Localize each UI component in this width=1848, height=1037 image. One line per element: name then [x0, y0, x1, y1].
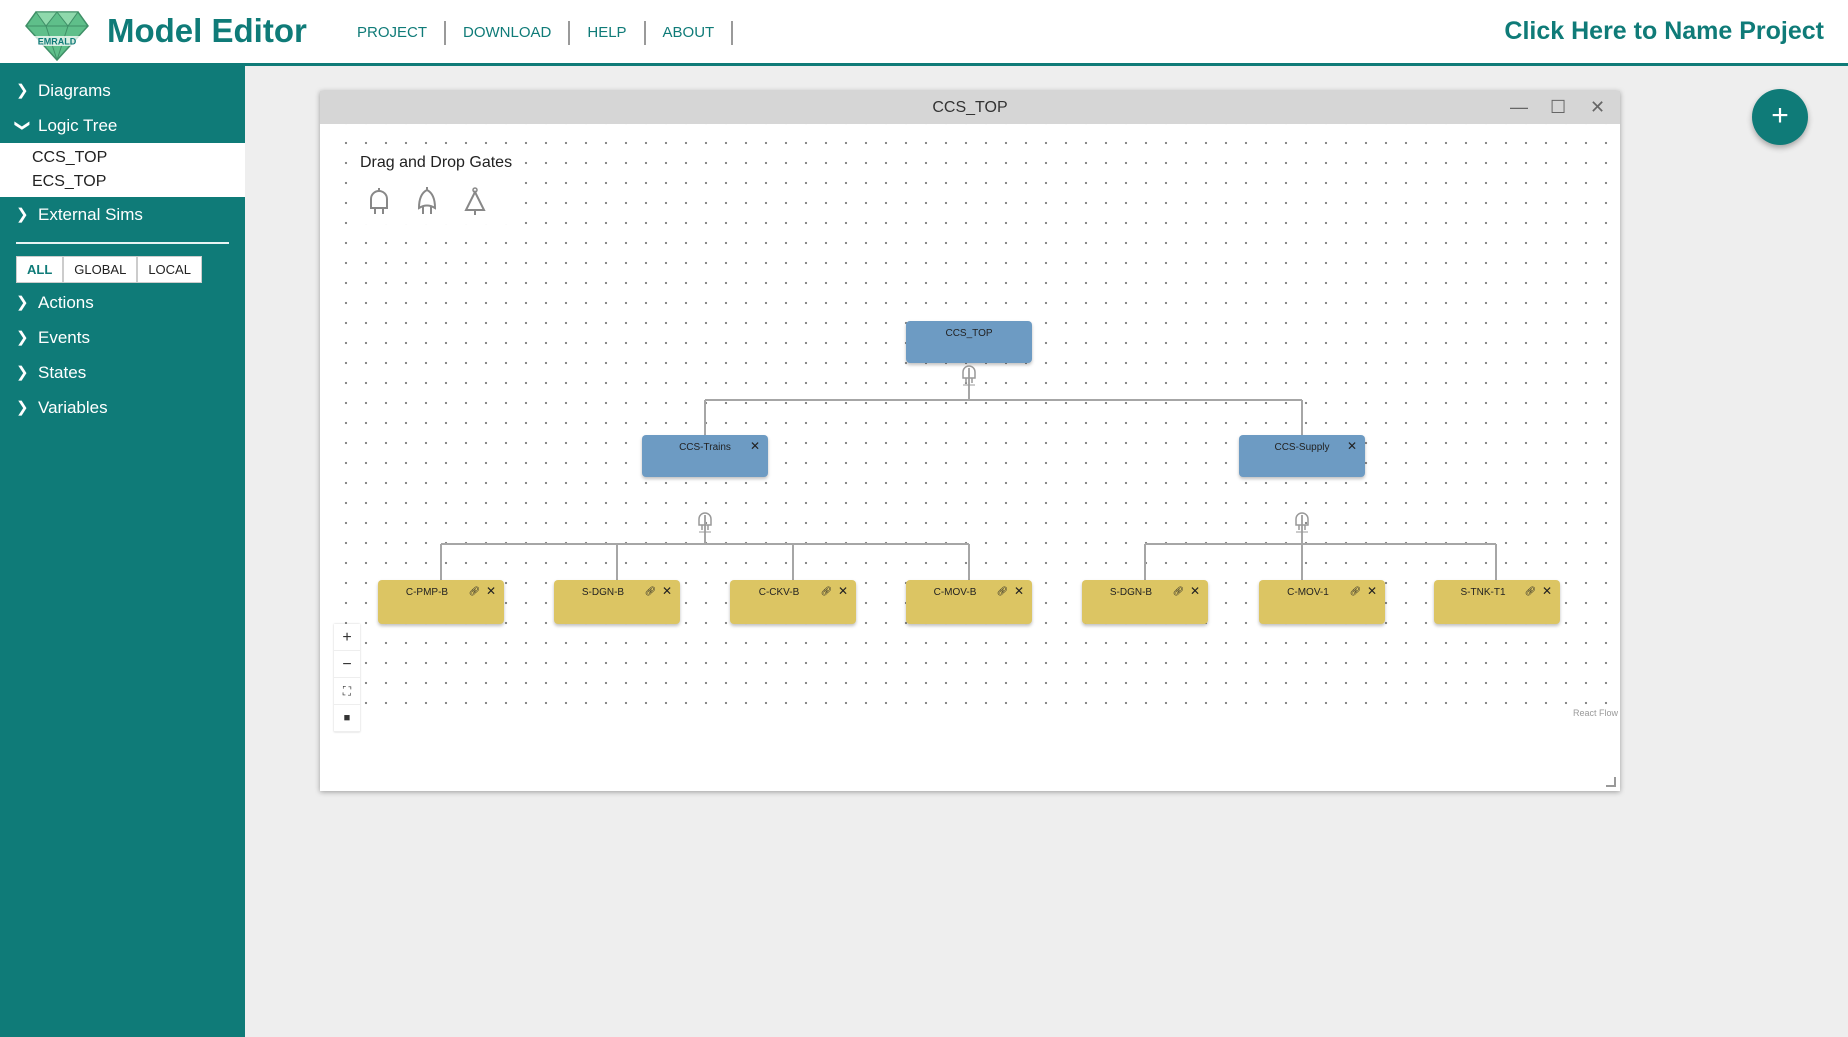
remove-node-icon[interactable]: ✕	[662, 585, 672, 597]
nav-download[interactable]: DOWNLOAD	[446, 21, 571, 45]
sidebar-item-label: Variables	[38, 398, 108, 417]
remove-node-icon[interactable]: ✕	[1190, 585, 1200, 597]
logic-tree-item[interactable]: ECS_TOP	[0, 170, 245, 194]
sidebar: ❯ Diagrams ❯ Logic Tree CCS_TOP ECS_TOP …	[0, 66, 245, 1037]
tree-node-event[interactable]: C-MOV-1 🔗︎ ✕	[1259, 580, 1385, 624]
zoom-in-icon[interactable]: +	[334, 624, 360, 651]
tree-node-event[interactable]: S-TNK-T1 🔗︎ ✕	[1434, 580, 1560, 624]
sidebar-item-external-sims[interactable]: ❯ External Sims	[0, 197, 245, 232]
flow-controls: + − ⛶ ■	[334, 624, 360, 732]
tree-node-event[interactable]: S-DGN-B 🔗︎ ✕	[1082, 580, 1208, 624]
remove-node-icon[interactable]: ✕	[1542, 585, 1552, 597]
link-icon[interactable]: 🔗︎	[997, 586, 1008, 597]
lock-icon[interactable]: ■	[334, 705, 360, 732]
add-button[interactable]: +	[1752, 89, 1808, 145]
fit-view-icon[interactable]: ⛶	[334, 678, 360, 705]
link-icon[interactable]: 🔗︎	[469, 586, 480, 597]
sidebar-item-label: States	[38, 363, 87, 382]
sidebar-item-logic-tree[interactable]: ❯ Logic Tree	[0, 108, 245, 143]
tree-node-gate[interactable]: CCS-Trains ✕	[642, 435, 768, 477]
tree-edges	[440, 368, 1497, 580]
nav-project[interactable]: PROJECT	[340, 21, 447, 45]
top-nav: PROJECT DOWNLOAD HELP ABOUT	[340, 20, 734, 46]
remove-node-icon[interactable]: ✕	[1014, 585, 1024, 597]
app-header: EMRALD Model Editor PROJECT DOWNLOAD HEL…	[0, 0, 1848, 66]
or-gate-icon[interactable]	[412, 186, 442, 216]
and-gate-icon	[1295, 512, 1309, 533]
link-icon[interactable]: 🔗︎	[1173, 586, 1184, 597]
sidebar-item-label: Diagrams	[38, 81, 111, 100]
sidebar-item-label: Actions	[38, 293, 94, 312]
nav-help[interactable]: HELP	[570, 21, 646, 45]
tree-node-event[interactable]: S-DGN-B 🔗︎ ✕	[554, 580, 680, 624]
chevron-right-icon: ❯	[16, 82, 29, 99]
link-icon[interactable]: 🔗︎	[821, 586, 832, 597]
remove-node-icon[interactable]: ✕	[486, 585, 496, 597]
palette-title: Drag and Drop Gates	[360, 154, 513, 171]
remove-node-icon[interactable]: ✕	[838, 585, 848, 597]
window-titlebar[interactable]: CCS_TOP — ☐ ✕	[320, 91, 1620, 124]
sidebar-item-diagrams[interactable]: ❯ Diagrams	[0, 73, 245, 108]
sidebar-item-label: External Sims	[38, 205, 143, 224]
zoom-out-icon[interactable]: −	[334, 651, 360, 678]
logic-tree-window: CCS_TOP — ☐ ✕ Drag and Drop Gates CCS_TO…	[320, 91, 1620, 791]
remove-node-icon[interactable]: ✕	[1347, 440, 1357, 452]
maximize-icon[interactable]: ☐	[1550, 97, 1566, 117]
not-gate-icon[interactable]	[460, 186, 490, 216]
remove-node-icon[interactable]: ✕	[1367, 585, 1377, 597]
tree-node-event[interactable]: C-CKV-B 🔗︎ ✕	[730, 580, 856, 624]
chevron-right-icon: ❯	[16, 364, 29, 381]
sidebar-item-states[interactable]: ❯ States	[0, 355, 245, 390]
logo-text: EMRALD	[38, 37, 77, 47]
close-icon[interactable]: ✕	[1590, 97, 1605, 117]
app-title: Model Editor	[107, 12, 307, 49]
chevron-down-icon: ❯	[13, 119, 31, 132]
node-label: CCS_TOP	[945, 328, 993, 339]
chevron-right-icon: ❯	[16, 329, 29, 346]
react-flow-attribution[interactable]: React Flow	[1573, 708, 1618, 718]
sidebar-item-actions[interactable]: ❯ Actions	[0, 285, 245, 320]
window-title: CCS_TOP	[932, 99, 1008, 116]
remove-node-icon[interactable]: ✕	[750, 440, 760, 452]
tree-node-event[interactable]: C-MOV-B 🔗︎ ✕	[906, 580, 1032, 624]
sidebar-item-label: Events	[38, 328, 90, 347]
tree-node-event[interactable]: C-PMP-B 🔗︎ ✕	[378, 580, 504, 624]
chevron-right-icon: ❯	[16, 206, 29, 223]
and-gate-icon[interactable]	[364, 186, 394, 216]
sidebar-item-variables[interactable]: ❯ Variables	[0, 390, 245, 425]
logic-tree-item[interactable]: CCS_TOP	[0, 146, 245, 170]
logic-tree-list: CCS_TOP ECS_TOP	[0, 143, 245, 197]
project-name-link[interactable]: Click Here to Name Project	[1504, 17, 1824, 46]
and-gate-icon	[698, 512, 712, 533]
and-gate-icon	[962, 365, 976, 386]
minimize-icon[interactable]: —	[1510, 97, 1528, 117]
chevron-right-icon: ❯	[16, 294, 29, 311]
sidebar-item-events[interactable]: ❯ Events	[0, 320, 245, 355]
resize-handle-icon[interactable]	[1606, 777, 1616, 787]
gate-palette: Drag and Drop Gates	[354, 152, 519, 224]
nav-about[interactable]: ABOUT	[646, 21, 734, 45]
tree-node-root[interactable]: CCS_TOP	[906, 321, 1032, 363]
link-icon[interactable]: 🔗︎	[1525, 586, 1536, 597]
sidebar-divider	[16, 242, 229, 244]
scope-all-button[interactable]: ALL	[16, 256, 64, 283]
flow-canvas[interactable]: Drag and Drop Gates CCS_TOP CCS-Trains ✕…	[334, 124, 1620, 732]
link-icon[interactable]: 🔗︎	[645, 586, 656, 597]
scope-filter: ALL GLOBAL LOCAL	[16, 256, 245, 283]
tree-node-gate[interactable]: CCS-Supply ✕	[1239, 435, 1365, 477]
emrald-logo: EMRALD	[25, 11, 89, 62]
sidebar-item-label: Logic Tree	[38, 116, 118, 135]
scope-global-button[interactable]: GLOBAL	[63, 256, 138, 283]
scope-local-button[interactable]: LOCAL	[137, 256, 202, 283]
link-icon[interactable]: 🔗︎	[1350, 586, 1361, 597]
chevron-right-icon: ❯	[16, 399, 29, 416]
